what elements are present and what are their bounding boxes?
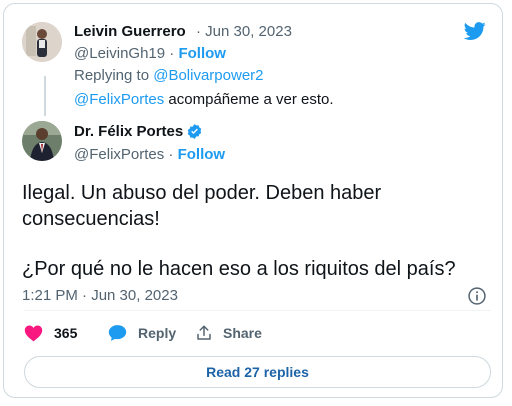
reply-handle-dot: ·	[169, 45, 175, 62]
main-handle-dot: ·	[168, 146, 174, 163]
replying-to-line: Replying to @Bolivarpower2	[74, 67, 264, 84]
reply-author-name[interactable]: Leivin Guerrero	[74, 23, 186, 40]
tweet-embed-card: Leivin Guerrero · Jun 30, 2023 @LeivinGh…	[3, 3, 503, 398]
share-action[interactable]: Share	[195, 324, 262, 342]
actions-divider	[24, 310, 491, 311]
replying-to-prefix: Replying to	[74, 67, 150, 84]
speech-bubble-icon	[108, 324, 127, 342]
read-replies-button[interactable]: Read 27 replies	[24, 356, 491, 388]
main-handle-row: @FelixPortes · Follow	[74, 146, 225, 163]
avatar-leivin[interactable]	[22, 22, 62, 62]
reply-handle-row: @LeivinGh19 · Follow	[74, 45, 226, 62]
reply-date-separator: ·	[196, 23, 201, 40]
avatar-leivin-image	[22, 22, 62, 62]
twitter-bird-icon[interactable]	[462, 20, 488, 42]
like-count: 365	[54, 325, 78, 341]
avatar-felix[interactable]	[22, 121, 62, 161]
reply-text: acompáñeme a ver esto.	[168, 91, 334, 108]
avatar-felix-image	[22, 121, 62, 161]
follow-button-leivin[interactable]: Follow	[178, 45, 226, 62]
thread-connector-line	[44, 76, 46, 116]
main-author-row: Dr. Félix Portes	[74, 123, 203, 140]
like-action[interactable]: 365	[24, 324, 77, 342]
replying-to-handle[interactable]: @Bolivarpower2	[153, 67, 263, 84]
main-tweet-text-line1: Ilegal. Un abuso del poder. Deben haber	[22, 182, 382, 204]
reply-handle[interactable]: @LeivinGh19	[74, 45, 165, 62]
tweet-timestamp[interactable]: 1:21 PM · Jun 30, 2023	[22, 287, 178, 304]
reply-date-group: · Jun 30, 2023	[196, 23, 292, 40]
share-upload-icon	[195, 324, 213, 342]
verified-badge-icon	[186, 123, 203, 140]
heart-icon	[24, 324, 43, 342]
follow-button-felix[interactable]: Follow	[178, 146, 226, 163]
reply-date[interactable]: Jun 30, 2023	[205, 23, 292, 40]
reply-tweet-text: @FelixPortes acompáñeme a ver esto.	[74, 91, 334, 108]
reply-label: Reply	[138, 325, 177, 341]
main-tweet-text-line2: consecuencias!	[22, 208, 160, 230]
main-handle[interactable]: @FelixPortes	[74, 146, 164, 163]
mention-felixportes[interactable]: @FelixPortes	[74, 91, 164, 108]
read-replies-label: Read 27 replies	[206, 364, 309, 380]
main-author-name[interactable]: Dr. Félix Portes	[74, 123, 183, 140]
reply-action[interactable]: Reply	[108, 324, 176, 342]
info-icon[interactable]	[467, 286, 487, 306]
share-label: Share	[223, 325, 262, 341]
main-tweet-text-line3: ¿Por qué no le hacen eso a los riquitos …	[22, 258, 456, 280]
